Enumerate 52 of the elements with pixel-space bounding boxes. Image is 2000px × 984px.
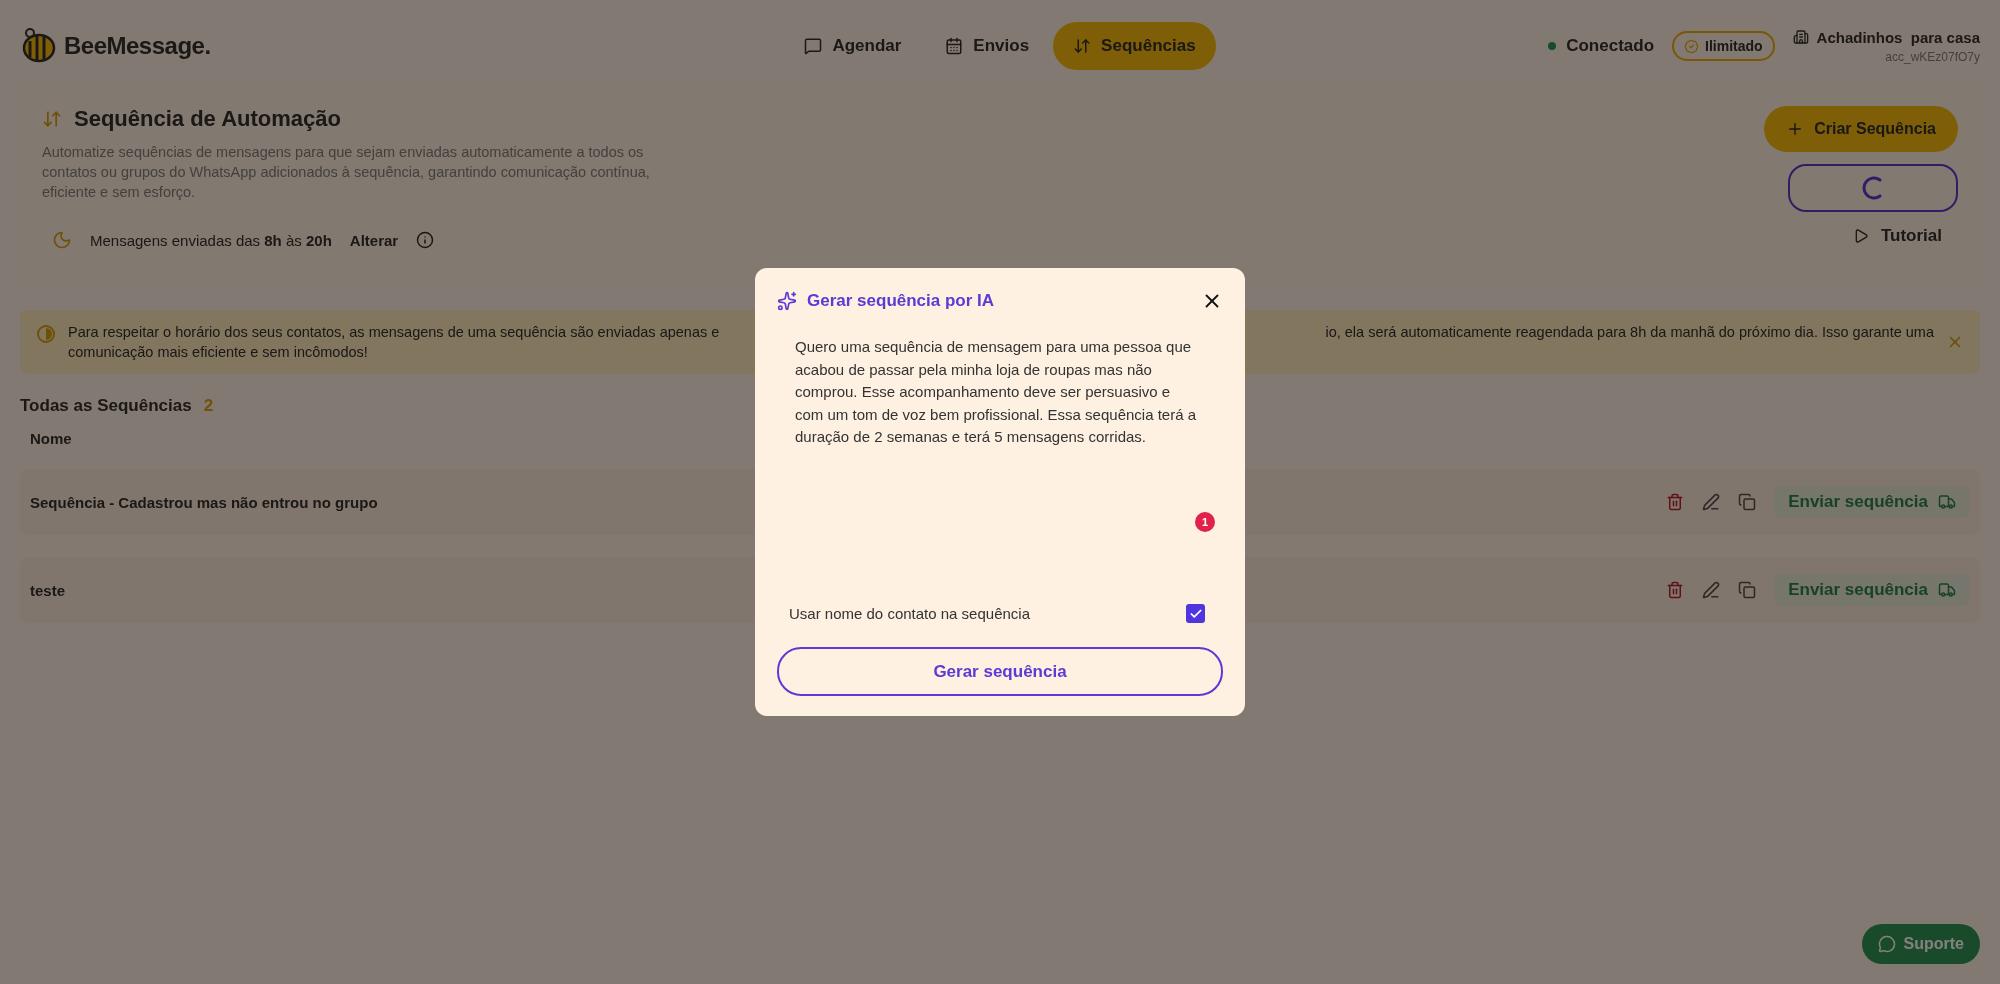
sequence-count: 2 [203, 396, 214, 416]
change-link[interactable]: Alterar [349, 231, 399, 249]
nav-tab[interactable]: Envios [925, 22, 1050, 70]
message-icon [804, 37, 823, 55]
column-header: Nome [30, 430, 72, 447]
truck-icon [1938, 581, 1956, 599]
nav-tab[interactable]: Agendar [784, 22, 922, 70]
tutorial-button[interactable]: Tutorial [1836, 226, 1958, 246]
half-moon-icon [36, 324, 56, 344]
moon-icon [52, 230, 72, 250]
loading-button[interactable] [1788, 164, 1958, 212]
info-icon[interactable] [416, 231, 435, 249]
notification-badge: 1 [1195, 512, 1215, 532]
notice-text: comunicação mais eficiente e sem incômodos! [68, 344, 368, 360]
checkbox[interactable] [1186, 604, 1205, 623]
hours-text: Mensagens enviadas das 8h às 20h [90, 231, 332, 249]
delete-icon[interactable] [1666, 581, 1685, 599]
chat-icon [1877, 935, 1896, 953]
send-sequence-button[interactable]: Enviar sequência [1774, 574, 1970, 606]
edit-icon[interactable] [1702, 493, 1721, 511]
support-button[interactable]: Suporte [1861, 924, 1980, 964]
edit-icon[interactable] [1702, 581, 1721, 599]
status-dot [1548, 42, 1557, 50]
option-label: Usar nome do contato na sequência [789, 605, 1030, 622]
sequence-name: teste [30, 581, 66, 599]
sparkles-icon [777, 291, 797, 311]
building-icon [1792, 29, 1809, 45]
create-sequence-button[interactable]: Criar Sequência [1764, 106, 1958, 152]
badge-icon [1684, 38, 1700, 54]
nav-tab[interactable]: Sequências [1053, 22, 1216, 70]
copy-icon[interactable] [1738, 493, 1757, 511]
bee-logo-icon [20, 27, 58, 65]
page-title: Sequência de Automação [74, 106, 341, 132]
logo-text: BeeMessage. [64, 32, 211, 60]
status-text: Conectado [1566, 36, 1655, 56]
account-id: acc_wKEz07fO7y [1885, 49, 1980, 64]
delete-icon[interactable] [1666, 493, 1685, 511]
send-sequence-button[interactable]: Enviar sequência [1774, 486, 1970, 518]
notice-text: Para respeitar o horário dos seus contatos, as mensagens de uma sequência são enviadas apenas e [68, 324, 720, 340]
modal-title: Gerar sequência por IA [807, 291, 995, 311]
section-title: Todas as Sequências [20, 396, 192, 416]
account-name: Achadinhos para casa [1816, 28, 1980, 46]
generate-button[interactable]: Gerar sequência [777, 647, 1223, 696]
description: Automatize sequências de mensagens para que sejam enviadas automaticamente a todos os contatos ou grupos do WhatsApp adicionados à sequência, garantindo comunicação contínua, eficiente e sem esforço. [42, 143, 651, 202]
truck-icon [1938, 493, 1956, 511]
arrows-icon [42, 109, 62, 129]
plan-badge: Ilimitado [1672, 31, 1775, 61]
calendar-icon [945, 37, 964, 55]
arrows-icon [1073, 37, 1092, 55]
notice-text: io, ela será automaticamente reagendada para 8h da manhã do próximo dia. Isso garante uma [1325, 324, 1934, 340]
sequence-name: Sequência - Cadastrou mas não entrou no grupo [30, 493, 378, 511]
copy-icon[interactable] [1738, 581, 1757, 599]
